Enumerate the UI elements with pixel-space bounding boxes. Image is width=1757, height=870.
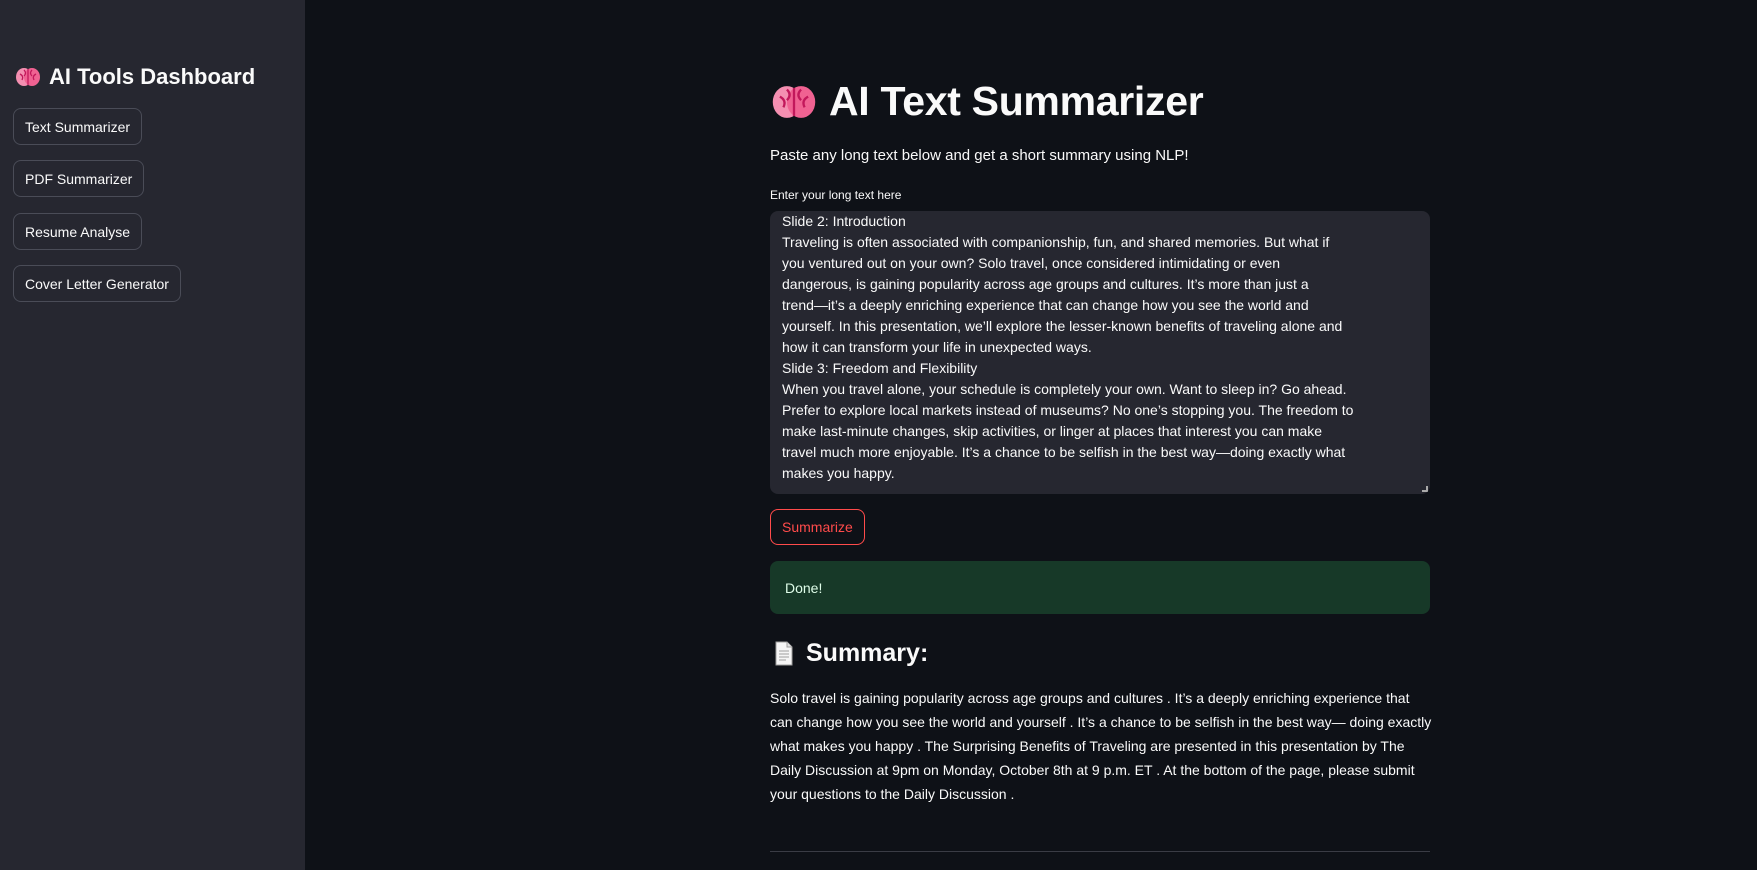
summary-line: Daily Discussion at 9pm on Monday, Octob…: [770, 762, 1415, 778]
summary-text: Solo travel is gaining popularity across…: [770, 686, 1432, 806]
success-message: Done!: [785, 579, 823, 596]
success-alert: Done!: [770, 561, 1430, 614]
text-line: Prefer to explore local markets instead …: [782, 402, 1354, 418]
text-line: you ventured out on your own? Solo trave…: [782, 255, 1281, 271]
page-subtitle: Paste any long text below and get a shor…: [770, 147, 1189, 164]
text-line: how it can transform your life in unexpe…: [782, 339, 1092, 355]
sidebar-title-text: AI Tools Dashboard: [49, 64, 256, 89]
long-text-input[interactable]: Slide 2: Introduction Traveling is often…: [770, 211, 1430, 494]
main-content: AI Text Summarizer Paste any long text b…: [305, 0, 1757, 870]
sidebar-title: AI Tools Dashboard: [15, 64, 255, 90]
page-title-text: AI Text Summarizer: [829, 78, 1204, 124]
text-line: dangerous, is gaining popularity across …: [782, 276, 1309, 292]
text-line: yourself. In this presentation, we’ll ex…: [782, 318, 1343, 334]
text-line: trend—it’s a deeply enriching experience…: [782, 297, 1309, 313]
summary-line: your questions to the Daily Discussion .: [770, 786, 1015, 802]
summary-line: Solo travel is gaining popularity across…: [770, 690, 1410, 706]
nav-cover-letter-generator-button[interactable]: Cover Letter Generator: [13, 265, 181, 302]
summary-heading: Summary:: [774, 639, 928, 668]
nav-pdf-summarizer-button[interactable]: PDF Summarizer: [13, 160, 145, 197]
brain-icon: [15, 66, 41, 88]
text-line: Slide 3: Freedom and Flexibility: [782, 360, 978, 376]
sidebar: AI Tools Dashboard Text Summarizer PDF S…: [0, 0, 305, 870]
text-line: Slide 2: Introduction: [782, 213, 906, 229]
text-input-label: Enter your long text here: [770, 188, 902, 202]
divider: [770, 851, 1430, 852]
long-text-input-content: Slide 2: Introduction Traveling is often…: [782, 211, 1354, 484]
text-line: makes you happy.: [782, 465, 895, 481]
nav-resume-analyse-button[interactable]: Resume Analyse: [13, 213, 143, 250]
summary-heading-text: Summary:: [806, 639, 929, 667]
text-line: make last-minute changes, skip activitie…: [782, 423, 1323, 439]
document-icon: [774, 641, 794, 666]
summarize-button[interactable]: Summarize: [770, 509, 865, 545]
resize-handle[interactable]: [1422, 486, 1428, 492]
text-line: When you travel alone, your schedule is …: [782, 381, 1347, 397]
brain-icon: [771, 82, 817, 122]
text-line: travel much more enjoyable. It’s a chanc…: [782, 444, 1346, 460]
page-title: AI Text Summarizer: [771, 78, 1204, 125]
text-line: Traveling is often associated with compa…: [782, 234, 1330, 250]
summary-line: can change how you see the world and you…: [770, 714, 1432, 730]
nav-text-summarizer-button[interactable]: Text Summarizer: [13, 108, 143, 145]
summary-line: what makes you happy . The Surprising Be…: [770, 738, 1405, 754]
